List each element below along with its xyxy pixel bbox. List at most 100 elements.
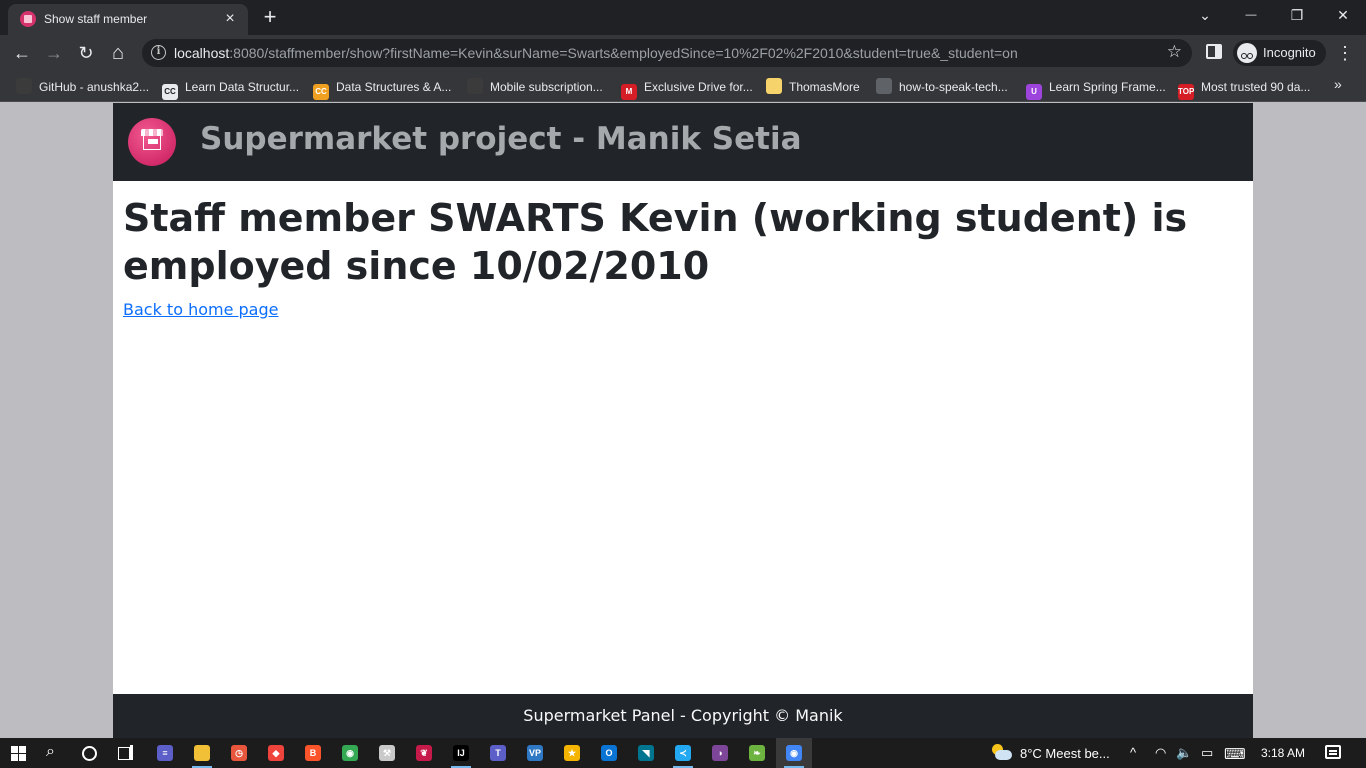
site-info-icon[interactable]: i — [151, 45, 166, 60]
taskbar-app-intellij[interactable]: IJ — [443, 738, 479, 768]
windows-start-icon[interactable] — [11, 746, 26, 761]
store-body-shape — [143, 136, 161, 150]
address-bar[interactable]: i localhost:8080/staffmember/show?firstN… — [142, 39, 1192, 67]
bookmark-item[interactable]: ThomasMore — [766, 77, 860, 97]
bookmark-item[interactable]: CC Data Structures & A... — [313, 77, 451, 100]
brand-title[interactable]: Supermarket project - Manik Setia — [200, 121, 802, 157]
volume-icon[interactable]: 🔈 — [1176, 745, 1192, 761]
minimize-icon[interactable]: — — [1228, 0, 1274, 32]
taskbar-app-spring[interactable]: ❧ — [739, 738, 775, 768]
start-tile — [19, 746, 26, 753]
windows-taskbar: ⌕ 8°C Meest be... ^ ◠ 🔈 ▭ ⌨ 3:18 AM ≡ ◷ ◆ B… — [0, 738, 1366, 768]
incognito-profile-button[interactable]: Incognito — [1233, 40, 1326, 66]
taskbar-app-visual-paradigm[interactable]: VP — [517, 738, 553, 768]
start-tile — [11, 754, 18, 761]
notifications-icon[interactable] — [1325, 745, 1341, 759]
teams-icon: T — [490, 745, 506, 761]
outlook-icon: O — [601, 745, 617, 761]
weather-text[interactable]: 8°C Meest be... — [1020, 746, 1110, 761]
forward-icon[interactable]: → — [41, 40, 67, 66]
taskbar-app-raspberry[interactable]: ❦ — [406, 738, 442, 768]
taskbar-app-vscode[interactable]: ≺ — [665, 738, 701, 768]
intellij-icon: IJ — [453, 745, 469, 761]
bookmark-favicon-icon — [467, 78, 483, 94]
bookmark-item[interactable]: how-to-speak-tech... — [876, 77, 1008, 97]
bookmark-label: Most trusted 90 da... — [1201, 80, 1311, 94]
visual-paradigm-icon: VP — [527, 745, 543, 761]
task-view-icon[interactable] — [118, 745, 134, 761]
taskbar-app-brave[interactable]: B — [295, 738, 331, 768]
bookmark-favicon-icon: TOP — [1178, 84, 1194, 100]
bookmark-label: GitHub - anushka2... — [39, 80, 150, 94]
cortana-icon[interactable] — [82, 746, 97, 761]
taskbar-app-terminal[interactable]: ≡ — [147, 738, 183, 768]
bookmarks-more-icon[interactable]: » — [1334, 76, 1342, 92]
wifi-icon[interactable]: ◠ — [1155, 745, 1166, 761]
start-tile — [11, 746, 18, 753]
browser-menu-icon[interactable]: ⋮ — [1336, 41, 1354, 65]
incognito-icon — [1237, 43, 1257, 63]
taskbar-app-chrome-incognito[interactable]: ◉ — [776, 738, 812, 768]
bookmark-favicon-icon — [876, 78, 892, 94]
weather-icon[interactable] — [990, 744, 1012, 760]
side-panel-icon[interactable] — [1206, 44, 1222, 59]
reload-icon[interactable]: ↻ — [73, 40, 99, 66]
address-host: localhost — [174, 45, 230, 61]
taskbar-app-tor[interactable]: ◑ — [702, 738, 738, 768]
browser-tab-strip: Show staff member × + ⌄ — ❐ ✕ — [0, 0, 1366, 35]
store-favicon-icon — [20, 11, 36, 27]
battery-icon[interactable]: ▭ — [1201, 745, 1213, 761]
browser-toolbar: ← → ↻ ⌂ i localhost:8080/staffmember/sho… — [0, 35, 1366, 71]
taskbar-app-star[interactable]: ★ — [554, 738, 590, 768]
taskbar-app-chrome[interactable]: ◉ — [332, 738, 368, 768]
tab-title: Show staff member — [44, 12, 148, 26]
chrome-icon: ◉ — [342, 745, 358, 761]
close-window-icon[interactable]: ✕ — [1320, 0, 1366, 32]
tab-search-icon[interactable]: ⌄ — [1182, 0, 1228, 32]
tray-chevron-icon[interactable]: ^ — [1130, 745, 1136, 760]
page-title: Staff member SWARTS Kevin (working stude… — [123, 196, 1188, 288]
page-navbar: Supermarket project - Manik Setia — [113, 103, 1253, 181]
address-url[interactable]: localhost:8080/staffmember/show?firstNam… — [174, 45, 1018, 61]
bookmark-favicon-icon — [16, 78, 32, 94]
bookmark-label: Mobile subscription... — [490, 80, 603, 94]
terminal-icon: ≡ — [157, 745, 173, 761]
bookmark-item[interactable]: TOP Most trusted 90 da... — [1178, 77, 1311, 100]
browser-tab[interactable]: Show staff member × — [8, 4, 248, 35]
star-icon: ★ — [564, 745, 580, 761]
bookmark-item[interactable]: U Learn Spring Frame... — [1026, 77, 1166, 100]
tor-icon: ◑ — [712, 745, 728, 761]
bookmark-favicon-icon: U — [1026, 84, 1042, 100]
bookmark-item[interactable]: M Exclusive Drive for... — [621, 77, 753, 100]
tool-icon: ⚒ — [379, 745, 395, 761]
vscode-icon: ≺ — [675, 745, 691, 761]
taskbar-app-mysql[interactable]: ◥ — [628, 738, 664, 768]
taskbar-app-anydesk[interactable]: ◆ — [258, 738, 294, 768]
tab-close-icon[interactable]: × — [220, 9, 240, 29]
bookmark-item[interactable]: Mobile subscription... — [467, 77, 603, 97]
bookmark-item[interactable]: CC Learn Data Structur... — [162, 77, 299, 100]
taskbar-app-outlook[interactable]: O — [591, 738, 627, 768]
back-to-home-link[interactable]: Back to home page — [123, 300, 278, 319]
anydesk-icon: ◆ — [268, 745, 284, 761]
new-tab-icon[interactable]: + — [258, 5, 282, 29]
taskbar-clock[interactable]: 3:18 AM — [1261, 746, 1305, 760]
clock-icon: ◷ — [231, 745, 247, 761]
taskbar-app-teams[interactable]: T — [480, 738, 516, 768]
bookmark-label: how-to-speak-tech... — [899, 80, 1008, 94]
brave-icon: B — [305, 745, 321, 761]
taskbar-app-file-explorer[interactable] — [184, 738, 220, 768]
taskbar-search-icon[interactable]: ⌕ — [46, 743, 55, 761]
taskbar-app-clock[interactable]: ◷ — [221, 738, 257, 768]
store-logo-icon[interactable] — [128, 118, 176, 166]
bookmark-star-icon[interactable]: ☆ — [1167, 42, 1182, 62]
taskbar-app-tool[interactable]: ⚒ — [369, 738, 405, 768]
incognito-label: Incognito — [1263, 45, 1316, 60]
bookmark-favicon-icon: M — [621, 84, 637, 100]
home-icon[interactable]: ⌂ — [105, 40, 131, 66]
bookmark-item[interactable]: GitHub - anushka2... — [16, 77, 149, 97]
keyboard-icon[interactable]: ⌨ — [1224, 745, 1246, 763]
restore-icon[interactable]: ❐ — [1274, 0, 1320, 32]
back-icon[interactable]: ← — [9, 40, 35, 66]
bookmark-favicon-icon — [766, 78, 782, 94]
